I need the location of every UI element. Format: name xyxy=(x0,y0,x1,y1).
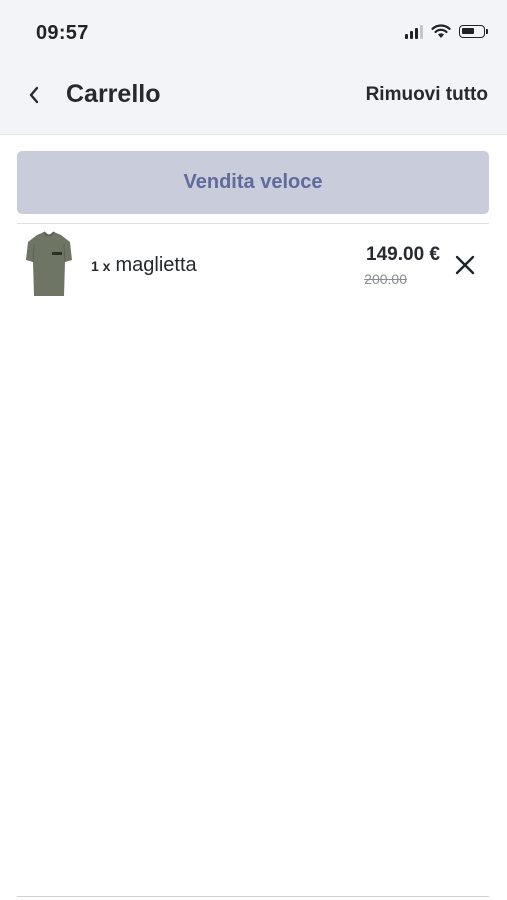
status-icons xyxy=(405,24,488,39)
cart-item[interactable]: 1 x maglietta 149.00 € 200.00 xyxy=(17,226,489,302)
back-button[interactable] xyxy=(22,80,46,110)
wifi-icon xyxy=(431,24,451,38)
tshirt-thumbnail xyxy=(26,231,72,296)
cart-item-name: maglietta xyxy=(115,254,197,276)
chevron-left-icon xyxy=(29,86,39,104)
battery-icon xyxy=(459,25,488,38)
header: 09:57 Carrello Rimuovi tutto xyxy=(0,0,507,135)
divider xyxy=(17,223,489,224)
status-time: 09:57 xyxy=(36,22,89,44)
close-icon[interactable] xyxy=(453,253,477,277)
remove-all-button[interactable]: Rimuovi tutto xyxy=(366,84,488,106)
cart-item-price: 149.00 € xyxy=(366,244,440,265)
cart-item-original-price: 200.00 xyxy=(364,271,407,287)
quick-sale-button[interactable]: Vendita veloce xyxy=(17,151,489,214)
cart-item-quantity: 1 x xyxy=(91,258,111,274)
cart-screen: 09:57 Carrello Rimuovi tutto Vendita vel… xyxy=(0,0,507,900)
cart-item-description: 1 x maglietta xyxy=(91,254,197,277)
bottom-divider xyxy=(17,896,489,897)
page-title: Carrello xyxy=(66,80,161,108)
signal-icon xyxy=(405,24,423,39)
